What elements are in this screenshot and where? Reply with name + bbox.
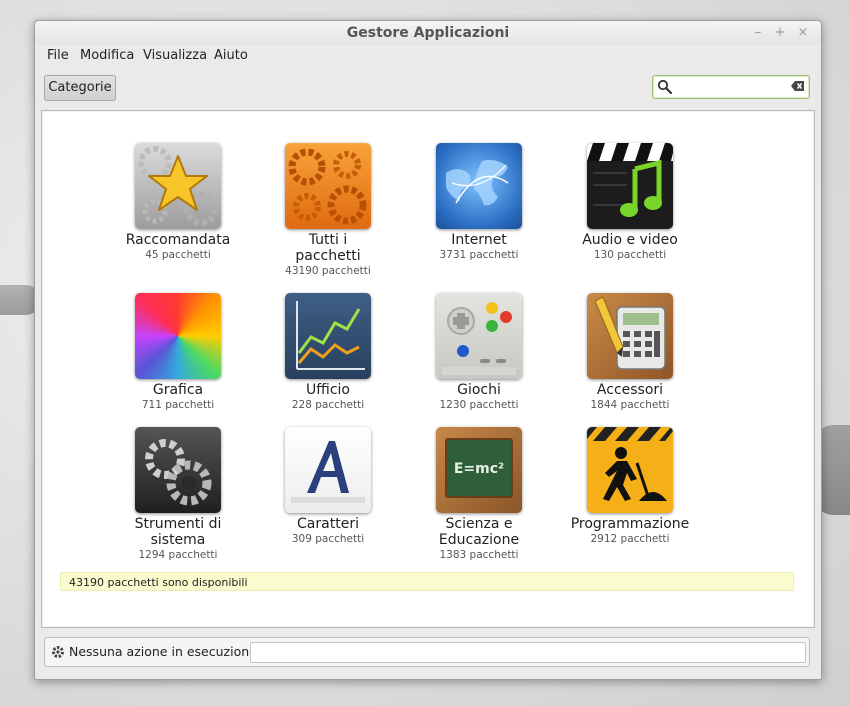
category-strumenti-di-sistema[interactable]: Strumenti di sistema 1294 pacchetti — [103, 427, 253, 562]
category-count: 45 pacchetti — [145, 249, 211, 261]
category-label: Scienza e Educazione — [438, 516, 520, 548]
close-button[interactable]: × — [796, 25, 810, 40]
category-tutti-i-pacchetti[interactable]: Tutti i pacchetti 43190 pacchetti — [253, 143, 403, 278]
clapperboard-music-icon — [587, 143, 673, 229]
search-input[interactable] — [675, 78, 789, 96]
orange-gears-icon — [285, 143, 371, 229]
line-chart-icon — [285, 293, 371, 379]
category-caratteri[interactable]: Caratteri 309 pacchetti — [253, 427, 403, 546]
category-label: Caratteri — [297, 516, 359, 532]
category-count: 1230 pacchetti — [439, 399, 519, 411]
status-bar: Nessuna azione in esecuzione — [44, 637, 810, 667]
menu-modifica[interactable]: Modifica — [80, 48, 134, 63]
category-count: 2912 pacchetti — [590, 533, 670, 545]
category-count: 1383 pacchetti — [439, 549, 519, 561]
search-box[interactable] — [652, 75, 810, 99]
construction-sign-icon — [587, 427, 673, 513]
category-count: 1294 pacchetti — [138, 549, 218, 561]
category-label: Internet — [451, 232, 507, 248]
window-title: Gestore Applicazioni — [346, 25, 510, 41]
category-giochi[interactable]: Giochi 1230 pacchetti — [404, 293, 554, 412]
category-internet[interactable]: Internet 3731 pacchetti — [404, 143, 554, 262]
available-packages-notice: 43190 pacchetti sono disponibili — [60, 572, 794, 591]
progress-bar — [250, 642, 806, 663]
category-label: Tutti i pacchetti — [295, 232, 361, 264]
category-ufficio[interactable]: Ufficio 228 pacchetti — [253, 293, 403, 412]
category-count: 130 pacchetti — [593, 249, 667, 261]
title-bar[interactable]: Gestore Applicazioni – + × — [35, 21, 821, 45]
category-raccomandata[interactable]: Raccomandata 45 pacchetti — [103, 143, 253, 262]
categories-button[interactable]: Categorie — [44, 75, 116, 101]
globe-icon — [436, 143, 522, 229]
category-label: Audio e video — [582, 232, 678, 248]
category-count: 3731 pacchetti — [439, 249, 519, 261]
search-icon — [657, 79, 673, 95]
app-window: Gestore Applicazioni – + × File Modifica… — [34, 20, 822, 680]
category-audio-e-video[interactable]: Audio e video 130 pacchetti — [555, 143, 705, 262]
color-swirl-icon — [135, 293, 221, 379]
gamepad-icon — [436, 293, 522, 379]
category-label: Accessori — [596, 382, 664, 398]
category-count: 43190 pacchetti — [285, 265, 371, 277]
category-label: Giochi — [457, 382, 501, 398]
category-programmazione[interactable]: Programmazione 2912 pacchetti — [555, 427, 705, 546]
category-count: 228 pacchetti — [291, 399, 365, 411]
gear-icon — [52, 646, 64, 658]
category-accessori[interactable]: Accessori 1844 pacchetti — [555, 293, 705, 412]
category-count: 711 pacchetti — [141, 399, 215, 411]
category-label: Raccomandata — [125, 232, 231, 248]
status-text: Nessuna azione in esecuzione — [69, 644, 257, 659]
category-count: 1844 pacchetti — [590, 399, 670, 411]
chalkboard-formula: E=mc² — [454, 461, 504, 477]
minimize-button[interactable]: – — [751, 25, 765, 40]
system-gears-icon — [135, 427, 221, 513]
star-gears-icon — [135, 143, 221, 229]
category-grafica[interactable]: Grafica 711 pacchetti — [103, 293, 253, 412]
category-count: 309 pacchetti — [291, 533, 365, 545]
category-label: Strumenti di sistema — [134, 516, 222, 548]
font-letter-icon — [285, 427, 371, 513]
clear-search-icon[interactable] — [791, 80, 805, 92]
category-label: Grafica — [152, 382, 204, 398]
maximize-button[interactable]: + — [773, 25, 787, 40]
menu-visualizza[interactable]: Visualizza — [143, 48, 207, 63]
menu-file[interactable]: File — [47, 48, 69, 63]
categories-panel: Raccomandata 45 pacchetti Tutti i pacche… — [41, 110, 815, 628]
category-label: Ufficio — [306, 382, 350, 398]
category-label: Programmazione — [570, 516, 690, 532]
calculator-pencil-icon — [587, 293, 673, 379]
chalkboard-icon: E=mc² — [436, 427, 522, 513]
category-scienza-e-educazione[interactable]: E=mc² Scienza e Educazione 1383 pacchett… — [404, 427, 554, 562]
menu-aiuto[interactable]: Aiuto — [214, 48, 248, 63]
